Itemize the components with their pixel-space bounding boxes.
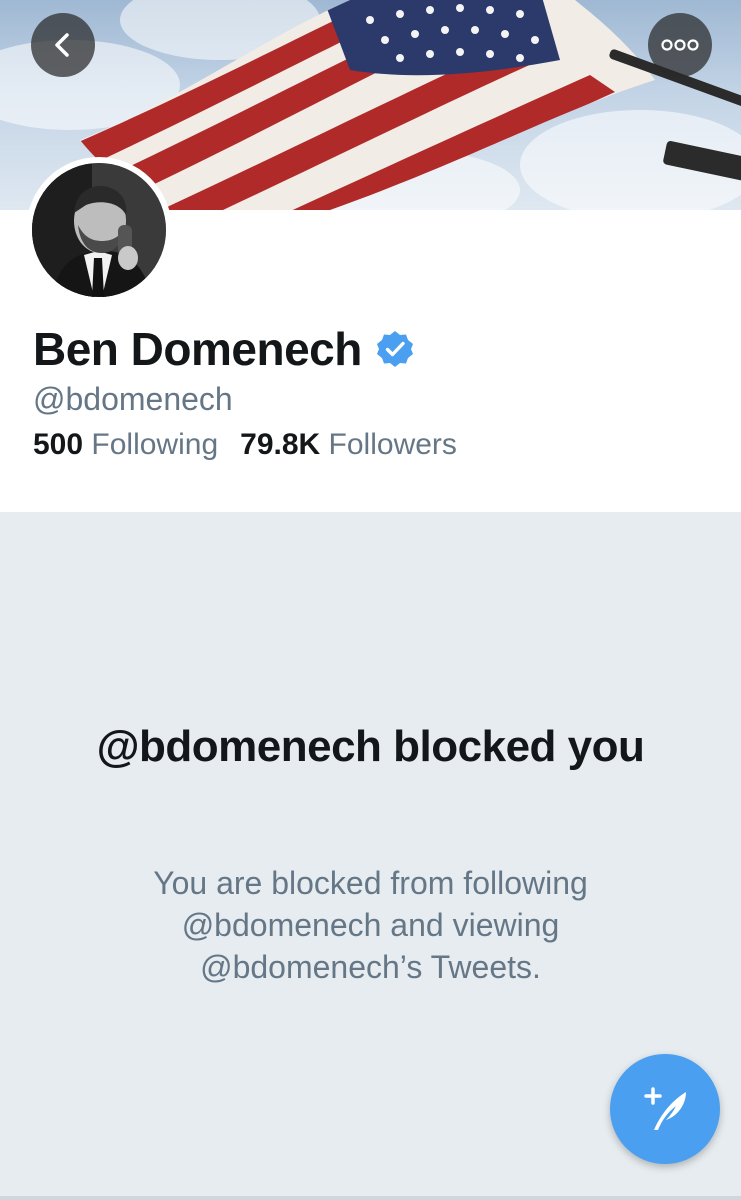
name-row: Ben Domenech: [33, 322, 414, 376]
verified-badge-icon: [376, 331, 413, 367]
following-stat[interactable]: 500 Following: [33, 428, 218, 462]
handle: @bdomenech: [33, 381, 233, 417]
following-label: Following: [91, 428, 219, 461]
profile-stats: 500 Following 79.8K Followers: [33, 428, 457, 462]
blocked-title: @bdomenech blocked you: [96, 722, 645, 771]
followers-stat[interactable]: 79.8K Followers: [240, 428, 457, 462]
followers-label: Followers: [328, 428, 457, 461]
chevron-left-icon: [55, 33, 69, 57]
compose-tweet-button[interactable]: [610, 1054, 720, 1164]
back-button[interactable]: [31, 13, 95, 77]
blocked-description: You are blocked from following @bdomenec…: [153, 865, 588, 985]
compose-tweet-icon: [644, 1087, 686, 1130]
avatar[interactable]: [26, 157, 172, 303]
followers-count: 79.8K: [240, 428, 321, 461]
more-dots-icon: [661, 39, 699, 51]
profile-photo: [32, 163, 166, 297]
following-count: 500: [33, 428, 84, 461]
display-name: Ben Domenech: [33, 323, 362, 375]
bottom-divider: [0, 1196, 741, 1200]
more-options-button[interactable]: [648, 13, 712, 77]
